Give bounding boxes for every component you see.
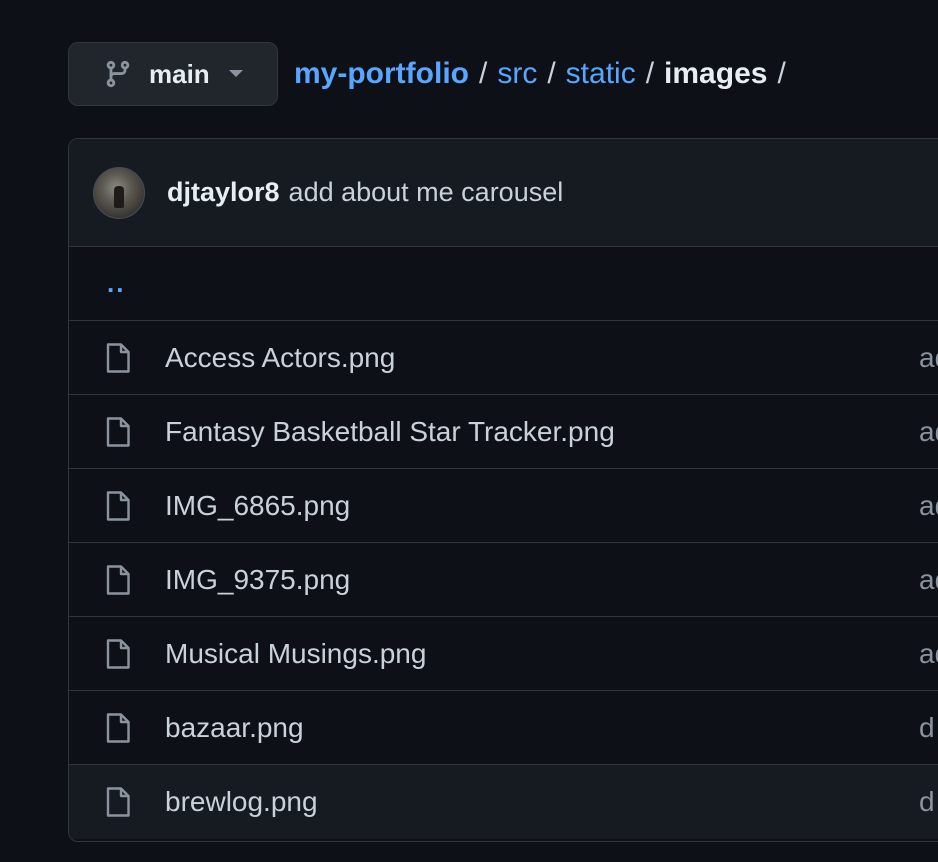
file-commit-message[interactable]: add — [919, 564, 938, 596]
file-name-link[interactable]: brewlog.png — [165, 786, 318, 818]
file-commit-message[interactable]: d — [919, 712, 935, 744]
breadcrumb-separator: / — [645, 57, 655, 90]
latest-commit-bar: djtaylor8 add about me carousel — [69, 139, 938, 247]
parent-directory-link[interactable]: .. — [107, 268, 125, 299]
branch-name: main — [149, 58, 210, 89]
breadcrumb-trailing-separator: / — [777, 57, 786, 90]
commit-message-link[interactable]: add about me carousel — [289, 177, 564, 208]
file-row[interactable]: IMG_9375.png add — [69, 543, 938, 617]
file-icon — [105, 416, 131, 448]
breadcrumb-current: images — [664, 57, 768, 90]
file-commit-message[interactable]: add — [919, 342, 938, 374]
file-icon — [105, 786, 131, 818]
breadcrumb-link-src[interactable]: src — [497, 57, 537, 91]
breadcrumb-repo-link[interactable]: my-portfolio — [294, 57, 469, 91]
file-commit-message[interactable]: add — [919, 638, 938, 670]
file-icon — [105, 712, 131, 744]
file-commit-message[interactable]: add — [919, 490, 938, 522]
file-name-link[interactable]: IMG_9375.png — [165, 564, 350, 596]
file-row[interactable]: Access Actors.png add — [69, 321, 938, 395]
file-row[interactable]: Musical Musings.png add — [69, 617, 938, 691]
file-name-link[interactable]: IMG_6865.png — [165, 490, 350, 522]
commit-author-link[interactable]: djtaylor8 — [167, 177, 280, 208]
file-icon — [105, 564, 131, 596]
file-row[interactable]: Fantasy Basketball Star Tracker.png add — [69, 395, 938, 469]
file-icon — [105, 342, 131, 374]
file-commit-message[interactable]: d — [919, 786, 935, 818]
file-row[interactable]: bazaar.png d — [69, 691, 938, 765]
breadcrumb: my-portfolio / src / static / images / — [294, 57, 796, 91]
file-browser: djtaylor8 add about me carousel .. Acces… — [68, 138, 938, 842]
repo-header: main my-portfolio / src / static / image… — [68, 42, 796, 106]
git-branch-icon — [103, 59, 133, 89]
breadcrumb-separator: / — [547, 57, 556, 90]
file-icon — [105, 638, 131, 670]
file-name-link[interactable]: Musical Musings.png — [165, 638, 426, 670]
branch-selector-button[interactable]: main — [68, 42, 278, 106]
caret-down-icon — [228, 69, 244, 79]
avatar[interactable] — [93, 166, 145, 219]
file-commit-message[interactable]: add — [919, 416, 938, 448]
file-row[interactable]: IMG_6865.png add — [69, 469, 938, 543]
breadcrumb-link-static[interactable]: static — [566, 57, 636, 91]
breadcrumb-separator: / — [478, 57, 488, 90]
file-name-link[interactable]: Access Actors.png — [165, 342, 395, 374]
file-name-link[interactable]: Fantasy Basketball Star Tracker.png — [165, 416, 615, 448]
file-name-link[interactable]: bazaar.png — [165, 712, 304, 744]
file-icon — [105, 490, 131, 522]
file-row[interactable]: brewlog.png d — [69, 765, 938, 839]
parent-directory-row[interactable]: .. — [69, 247, 938, 321]
